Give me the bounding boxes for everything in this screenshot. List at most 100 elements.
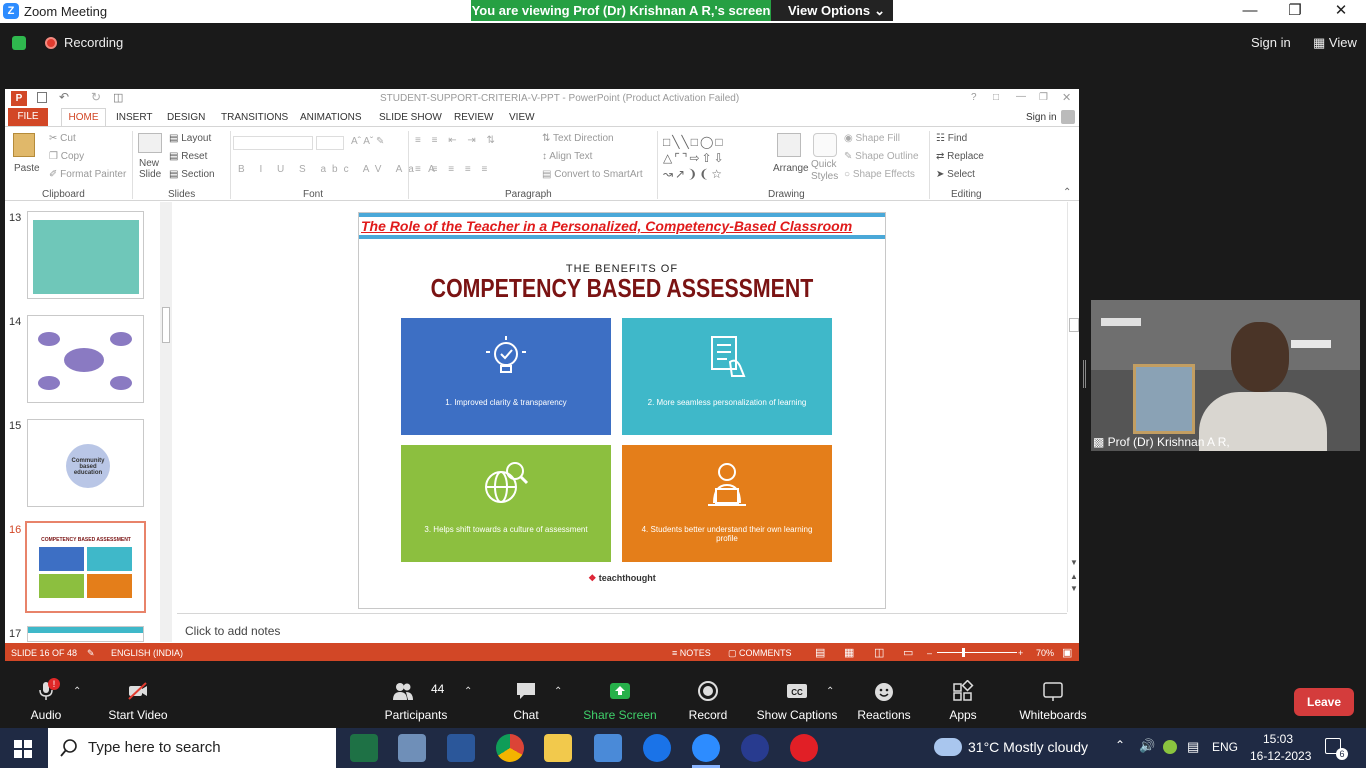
tab-design[interactable]: DESIGN xyxy=(167,112,205,123)
layout-button[interactable]: ▤ Layout xyxy=(169,133,211,144)
tab-file[interactable]: FILE xyxy=(8,108,48,126)
convert-smartart-button[interactable]: ▤ Convert to SmartArt xyxy=(542,169,643,180)
whiteboards-button[interactable]: Whiteboards xyxy=(1014,672,1092,728)
recording-label[interactable]: Recording xyxy=(64,35,123,50)
text-direction-button[interactable]: ⇅ Text Direction xyxy=(542,133,614,144)
chat-chevron-icon[interactable]: ⌃ xyxy=(554,686,562,697)
chat-button[interactable]: Chat xyxy=(500,672,552,728)
section-button[interactable]: ▤ Section xyxy=(169,169,215,180)
zoom-slider[interactable] xyxy=(937,652,1017,653)
tab-home[interactable]: HOME xyxy=(61,108,106,127)
opera-icon[interactable] xyxy=(790,734,818,762)
minimize-icon[interactable]: — xyxy=(1016,91,1026,102)
security-shield-icon[interactable] xyxy=(12,36,26,50)
reset-button[interactable]: ▤ Reset xyxy=(169,151,207,162)
zoom-in-icon[interactable]: + xyxy=(1018,648,1023,658)
chrome-icon[interactable] xyxy=(496,734,524,762)
ribbon-display-icon[interactable]: □ xyxy=(993,92,999,103)
language-status[interactable]: ENGLISH (INDIA) xyxy=(111,648,183,658)
slide-thumbnail-17[interactable] xyxy=(27,626,144,642)
taskbar-search[interactable]: Type here to search xyxy=(48,728,336,768)
shapes-gallery[interactable]: □╲╲□◯□ △⌜⌝⇨⇧⇩ ↝↗❩❨☆ xyxy=(663,134,763,182)
excel-icon[interactable] xyxy=(350,734,378,762)
restore-icon[interactable]: ❐ xyxy=(1039,92,1048,103)
captions-chevron-icon[interactable]: ⌃ xyxy=(826,686,834,697)
redo-icon[interactable]: ↻ xyxy=(91,90,101,104)
font-size-icons[interactable]: Aˆ Aˇ ✎ xyxy=(351,136,384,147)
notes-button[interactable]: ≡ NOTES xyxy=(672,648,711,658)
shape-outline-button[interactable]: ✎ Shape Outline xyxy=(844,151,919,162)
slide-scrollbar[interactable]: ▼ ▲ ▼ xyxy=(1067,202,1079,612)
paste-icon[interactable] xyxy=(13,133,35,157)
audio-options-chevron-icon[interactable]: ⌃ xyxy=(73,686,81,697)
weather-status[interactable]: 31°C Mostly cloudy xyxy=(968,739,1088,755)
scroll-down-icon[interactable]: ▼ xyxy=(1070,558,1078,567)
arrange-icon[interactable] xyxy=(777,133,801,157)
reactions-button[interactable]: Reactions xyxy=(855,672,913,728)
thumbnails-scrollbar[interactable] xyxy=(160,202,172,642)
webex-icon[interactable] xyxy=(741,734,769,762)
restore-icon[interactable]: ❐ xyxy=(1285,2,1305,20)
slide-thumbnail-15[interactable]: Community based education xyxy=(27,419,144,507)
calculator-icon[interactable] xyxy=(398,734,426,762)
file-explorer-icon[interactable] xyxy=(544,734,572,762)
current-slide[interactable]: The Role of the Teacher in a Personalize… xyxy=(358,212,886,609)
clock-time[interactable]: 15:03 xyxy=(1263,732,1293,746)
arrange-button[interactable]: Arrange xyxy=(773,163,809,174)
slideshow-icon[interactable]: ▭ xyxy=(903,646,913,659)
collapse-ribbon-icon[interactable]: ⌃ xyxy=(1063,187,1071,198)
new-slide-button[interactable]: New Slide xyxy=(139,158,169,180)
cut-button[interactable]: ✂ Cut xyxy=(49,133,76,144)
save-icon[interactable] xyxy=(37,92,47,103)
tray-chevron-icon[interactable]: ⌃ xyxy=(1115,738,1125,752)
sign-in-link[interactable]: Sign in xyxy=(1251,35,1291,50)
view-options-button[interactable]: View Options ⌄ xyxy=(771,0,893,21)
help-icon[interactable]: ? xyxy=(971,92,977,103)
reading-view-icon[interactable]: ◫ xyxy=(874,646,884,659)
scrollbar-thumb[interactable] xyxy=(162,307,170,343)
font-name-select[interactable] xyxy=(233,136,313,150)
show-captions-button[interactable]: CC Show Captions xyxy=(754,672,840,728)
speaker-volume-icon[interactable]: 🔊 xyxy=(1139,738,1155,754)
vpn-icon[interactable] xyxy=(643,734,671,762)
speaker-video[interactable] xyxy=(1091,300,1360,451)
weather-cloud-icon[interactable] xyxy=(934,738,962,756)
notes-pane[interactable]: Click to add notes xyxy=(177,613,1067,643)
tab-slide-show[interactable]: SLIDE SHOW xyxy=(379,112,442,123)
avatar-icon[interactable] xyxy=(1061,110,1075,124)
format-painter-button[interactable]: ✐ Format Painter xyxy=(49,169,126,180)
quick-styles-button[interactable]: Quick Styles xyxy=(811,159,841,183)
audio-button[interactable]: ! Audio xyxy=(18,672,74,728)
replace-button[interactable]: ⇄ Replace xyxy=(936,151,984,162)
quick-styles-icon[interactable] xyxy=(813,133,837,157)
leave-button[interactable]: Leave xyxy=(1294,688,1354,716)
align-icons[interactable]: ≡ ≡ ≡ ≡ ≡ xyxy=(415,164,491,175)
scrollbar-thumb[interactable] xyxy=(1069,318,1079,332)
input-language[interactable]: ENG xyxy=(1212,740,1238,754)
slide-thumbnail-16-selected[interactable]: COMPETENCY BASED ASSESSMENT xyxy=(25,521,146,613)
panel-resize-handle[interactable] xyxy=(1083,360,1086,388)
start-video-button[interactable]: Start Video xyxy=(105,672,171,728)
font-size-select[interactable] xyxy=(316,136,344,150)
participants-chevron-icon[interactable]: ⌃ xyxy=(464,686,472,697)
undo-icon[interactable]: ↶ xyxy=(59,90,69,104)
tab-review[interactable]: REVIEW xyxy=(454,112,493,123)
network-app-icon[interactable] xyxy=(1163,740,1177,754)
apps-button[interactable]: Apps xyxy=(940,672,986,728)
normal-view-icon[interactable]: ▤ xyxy=(815,646,825,659)
copy-button[interactable]: ❐ Copy xyxy=(49,151,84,162)
slide-thumbnail-14[interactable] xyxy=(27,315,144,403)
participants-button[interactable]: 44 Participants xyxy=(383,672,449,728)
comments-button[interactable]: ▢ COMMENTS xyxy=(728,648,792,659)
view-button[interactable]: ▦ View xyxy=(1313,35,1357,51)
zoom-slider-thumb[interactable] xyxy=(962,648,965,657)
tab-transitions[interactable]: TRANSITIONS xyxy=(221,112,288,123)
minimize-icon[interactable]: — xyxy=(1240,2,1260,20)
close-icon[interactable]: ✕ xyxy=(1062,91,1071,104)
presentation-icon[interactable]: ◫ xyxy=(113,91,123,104)
zoom-level[interactable]: 70% xyxy=(1036,648,1054,658)
record-button[interactable]: Record xyxy=(683,672,733,728)
paste-button[interactable]: Paste xyxy=(14,163,40,174)
app-icon[interactable] xyxy=(594,734,622,762)
close-icon[interactable]: ✕ xyxy=(1331,2,1351,20)
